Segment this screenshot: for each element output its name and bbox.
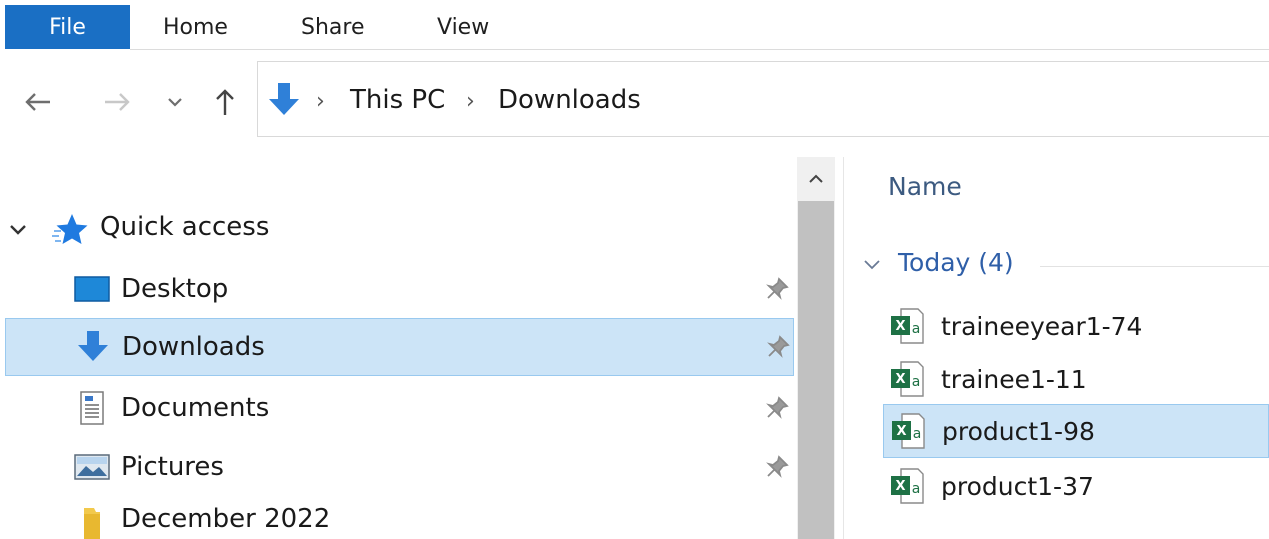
- back-arrow-icon: [25, 93, 50, 111]
- svg-text:a: a: [913, 426, 922, 442]
- file-row[interactable]: X a product1-37: [883, 462, 1269, 510]
- downloads-icon: [73, 330, 113, 364]
- file-name: traineeyear1-74: [941, 311, 1143, 341]
- breadcrumb-downloads[interactable]: Downloads: [498, 82, 641, 118]
- folder-icon: [72, 506, 112, 539]
- svg-text:X: X: [896, 424, 906, 439]
- chevron-up-icon: [809, 174, 823, 183]
- sidebar-item-december-2022[interactable]: December 2022: [5, 498, 794, 539]
- sidebar-item-pictures[interactable]: Pictures: [5, 439, 794, 495]
- sidebar-item-label: Documents: [121, 393, 270, 423]
- excel-file-icon: X a: [889, 360, 925, 398]
- pictures-icon: [72, 450, 112, 484]
- sidebar-item-label: Desktop: [121, 274, 229, 304]
- recent-locations-button[interactable]: [160, 82, 190, 122]
- svg-text:X: X: [895, 372, 905, 387]
- up-arrow-icon: [216, 89, 234, 115]
- group-divider: [1040, 266, 1269, 267]
- tab-home[interactable]: Home: [163, 5, 228, 49]
- star-icon: [52, 211, 90, 247]
- chevron-down-icon: [864, 260, 880, 270]
- tab-share[interactable]: Share: [301, 5, 365, 49]
- quick-access-expand-chevron[interactable]: [8, 216, 30, 244]
- svg-text:X: X: [895, 319, 905, 334]
- excel-file-icon: X a: [889, 467, 925, 505]
- group-header-today[interactable]: Today (4): [898, 248, 1014, 277]
- documents-icon: [72, 391, 112, 425]
- back-button[interactable]: [18, 82, 58, 122]
- pin-icon[interactable]: [762, 274, 792, 304]
- excel-file-icon: X a: [890, 412, 926, 450]
- quick-access-label[interactable]: Quick access: [100, 212, 269, 242]
- file-name: product1-37: [941, 471, 1094, 501]
- sidebar-item-desktop[interactable]: Desktop: [5, 261, 794, 317]
- scroll-up-button[interactable]: [797, 157, 835, 201]
- pin-icon[interactable]: [762, 452, 792, 482]
- svg-text:a: a: [912, 481, 921, 497]
- breadcrumb-this-pc[interactable]: This PC: [350, 82, 445, 118]
- excel-file-icon: X a: [889, 307, 925, 345]
- forward-button[interactable]: [97, 82, 137, 122]
- breadcrumb-chevron: ›: [316, 88, 325, 114]
- file-name: trainee1-11: [941, 364, 1087, 394]
- ribbon-divider: [130, 49, 1269, 50]
- pin-icon[interactable]: [763, 332, 793, 362]
- file-row[interactable]: X a trainee1-11: [883, 355, 1269, 403]
- sidebar-item-label: Downloads: [122, 332, 265, 362]
- sidebar-item-label: Pictures: [121, 452, 224, 482]
- downloads-location-icon: [266, 81, 302, 119]
- svg-text:a: a: [912, 321, 921, 337]
- file-row-selected[interactable]: X a product1-98: [883, 404, 1269, 458]
- sidebar-item-documents[interactable]: Documents: [5, 380, 794, 436]
- tab-view[interactable]: View: [437, 5, 489, 49]
- group-collapse-chevron[interactable]: [862, 250, 886, 280]
- pin-icon[interactable]: [762, 393, 792, 423]
- chevron-down-icon: [168, 98, 182, 107]
- column-header-name[interactable]: Name: [888, 172, 962, 201]
- up-button[interactable]: [206, 82, 244, 122]
- breadcrumb-chevron: ›: [466, 88, 475, 114]
- svg-text:a: a: [912, 374, 921, 390]
- sidebar-item-label: December 2022: [121, 504, 331, 534]
- desktop-icon: [72, 272, 112, 306]
- file-name: product1-98: [942, 416, 1095, 446]
- chevron-down-icon: [10, 225, 26, 235]
- sidebar-item-downloads[interactable]: Downloads: [5, 318, 794, 376]
- tab-file[interactable]: File: [5, 5, 130, 49]
- svg-text:X: X: [895, 479, 905, 494]
- pane-divider: [843, 157, 844, 539]
- scrollbar-thumb[interactable]: [798, 201, 834, 539]
- file-row[interactable]: X a traineeyear1-74: [883, 302, 1269, 350]
- forward-arrow-icon: [105, 93, 130, 111]
